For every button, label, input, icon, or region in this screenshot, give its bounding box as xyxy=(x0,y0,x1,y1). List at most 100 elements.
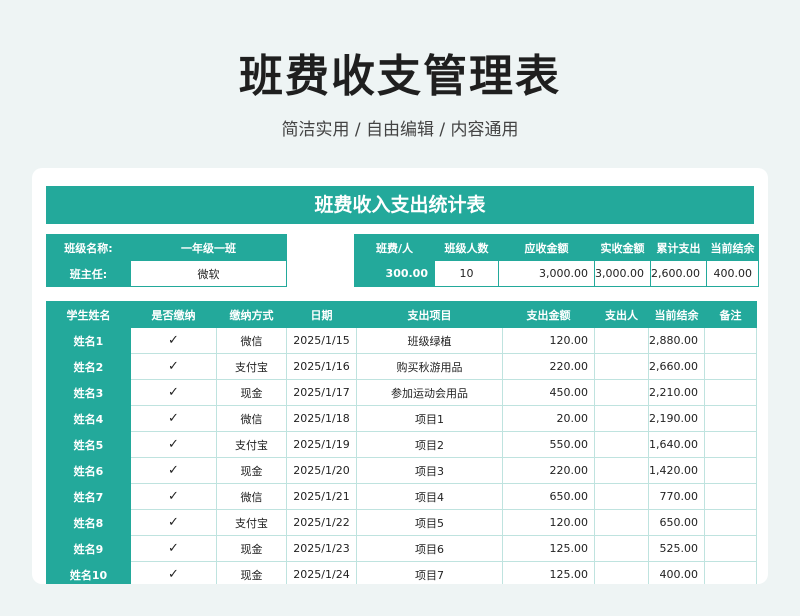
student-name-cell[interactable]: 姓名3 xyxy=(46,379,131,406)
payment-method-cell[interactable]: 微信 xyxy=(216,483,287,510)
expense-amount-cell[interactable]: 20.00 xyxy=(502,405,595,432)
student-name-cell[interactable]: 姓名10 xyxy=(46,561,131,584)
summary-value-cell[interactable]: 10 xyxy=(434,260,499,287)
expense-item-cell[interactable]: 项目1 xyxy=(356,405,503,432)
expense-amount-cell[interactable]: 125.00 xyxy=(502,561,595,584)
payer-cell[interactable] xyxy=(594,535,649,562)
expense-item-cell[interactable]: 班级绿植 xyxy=(356,327,503,354)
balance-cell[interactable]: 650.00 xyxy=(648,509,705,536)
student-name-cell[interactable]: 姓名2 xyxy=(46,353,131,380)
summary-value-cell[interactable]: 300.00 xyxy=(354,260,435,287)
date-cell[interactable]: 2025/1/17 xyxy=(286,379,357,406)
summary-value-cell[interactable]: 400.00 xyxy=(705,260,759,287)
student-name-cell[interactable]: 姓名5 xyxy=(46,431,131,458)
balance-cell[interactable]: 525.00 xyxy=(648,535,705,562)
date-cell[interactable]: 2025/1/16 xyxy=(286,353,357,380)
date-cell[interactable]: 2025/1/22 xyxy=(286,509,357,536)
summary-value-cell[interactable]: 2,600.00 xyxy=(649,260,707,287)
payer-cell[interactable] xyxy=(594,561,649,584)
expense-amount-cell[interactable]: 120.00 xyxy=(502,509,595,536)
note-cell[interactable] xyxy=(703,535,757,562)
summary-value-cell[interactable]: 3,000.00 xyxy=(594,260,651,287)
expense-item-cell[interactable]: 项目3 xyxy=(356,457,503,484)
expense-item-cell[interactable]: 项目6 xyxy=(356,535,503,562)
paid-check-cell[interactable]: ✓ xyxy=(130,353,217,380)
expense-amount-cell[interactable]: 450.00 xyxy=(502,379,595,406)
note-cell[interactable] xyxy=(703,405,757,432)
balance-cell[interactable]: 1,420.00 xyxy=(648,457,705,484)
paid-check-cell[interactable]: ✓ xyxy=(130,327,217,354)
balance-cell[interactable]: 2,190.00 xyxy=(648,405,705,432)
payment-method-cell[interactable]: 现金 xyxy=(216,457,287,484)
expense-item-cell[interactable]: 项目2 xyxy=(356,431,503,458)
balance-cell[interactable]: 770.00 xyxy=(648,483,705,510)
payer-cell[interactable] xyxy=(594,483,649,510)
payment-method-cell[interactable]: 现金 xyxy=(216,379,287,406)
student-name-cell[interactable]: 姓名6 xyxy=(46,457,131,484)
balance-cell[interactable]: 1,640.00 xyxy=(648,431,705,458)
date-cell[interactable]: 2025/1/19 xyxy=(286,431,357,458)
payment-method-cell[interactable]: 现金 xyxy=(216,535,287,562)
paid-check-cell[interactable]: ✓ xyxy=(130,509,217,536)
payment-method-cell[interactable]: 支付宝 xyxy=(216,353,287,380)
column-header: 支出项目 xyxy=(356,301,503,328)
balance-cell[interactable]: 2,880.00 xyxy=(648,327,705,354)
payment-method-cell[interactable]: 支付宝 xyxy=(216,509,287,536)
student-name-cell[interactable]: 姓名7 xyxy=(46,483,131,510)
paid-check-cell[interactable]: ✓ xyxy=(130,405,217,432)
payer-cell[interactable] xyxy=(594,431,649,458)
student-name-cell[interactable]: 姓名4 xyxy=(46,405,131,432)
date-cell[interactable]: 2025/1/24 xyxy=(286,561,357,584)
payer-cell[interactable] xyxy=(594,353,649,380)
paid-check-cell[interactable]: ✓ xyxy=(130,483,217,510)
expense-amount-cell[interactable]: 220.00 xyxy=(502,353,595,380)
paid-check-cell[interactable]: ✓ xyxy=(130,379,217,406)
note-cell[interactable] xyxy=(703,379,757,406)
date-cell[interactable]: 2025/1/20 xyxy=(286,457,357,484)
expense-amount-cell[interactable]: 650.00 xyxy=(502,483,595,510)
paid-check-cell[interactable]: ✓ xyxy=(130,561,217,584)
expense-amount-cell[interactable]: 550.00 xyxy=(502,431,595,458)
expense-item-cell[interactable]: 项目5 xyxy=(356,509,503,536)
paid-check-cell[interactable]: ✓ xyxy=(130,535,217,562)
date-cell[interactable]: 2025/1/18 xyxy=(286,405,357,432)
student-name-cell[interactable]: 姓名8 xyxy=(46,509,131,536)
note-cell[interactable] xyxy=(703,431,757,458)
payer-cell[interactable] xyxy=(594,509,649,536)
date-cell[interactable]: 2025/1/15 xyxy=(286,327,357,354)
note-cell[interactable] xyxy=(703,327,757,354)
student-name-cell[interactable]: 姓名1 xyxy=(46,327,131,354)
payment-method-cell[interactable]: 微信 xyxy=(216,327,287,354)
note-cell[interactable] xyxy=(703,509,757,536)
expense-amount-cell[interactable]: 125.00 xyxy=(502,535,595,562)
note-cell[interactable] xyxy=(703,457,757,484)
expense-amount-cell[interactable]: 220.00 xyxy=(502,457,595,484)
balance-cell[interactable]: 400.00 xyxy=(648,561,705,584)
page-title: 班费收支管理表 xyxy=(239,51,561,102)
expense-amount-cell[interactable]: 120.00 xyxy=(502,327,595,354)
summary-value-cell[interactable]: 3,000.00 xyxy=(498,260,595,287)
paid-check-cell[interactable]: ✓ xyxy=(130,431,217,458)
teacher-value[interactable]: 微软 xyxy=(130,260,287,287)
date-cell[interactable]: 2025/1/23 xyxy=(286,535,357,562)
payer-cell[interactable] xyxy=(594,457,649,484)
note-cell[interactable] xyxy=(703,483,757,510)
payer-cell[interactable] xyxy=(594,379,649,406)
balance-cell[interactable]: 2,210.00 xyxy=(648,379,705,406)
expense-item-cell[interactable]: 项目4 xyxy=(356,483,503,510)
expense-item-cell[interactable]: 购买秋游用品 xyxy=(356,353,503,380)
payment-method-cell[interactable]: 现金 xyxy=(216,561,287,584)
note-cell[interactable] xyxy=(703,561,757,584)
expense-item-cell[interactable]: 项目7 xyxy=(356,561,503,584)
date-cell[interactable]: 2025/1/21 xyxy=(286,483,357,510)
payer-cell[interactable] xyxy=(594,405,649,432)
note-cell[interactable] xyxy=(703,353,757,380)
balance-cell[interactable]: 2,660.00 xyxy=(648,353,705,380)
payer-cell[interactable] xyxy=(594,327,649,354)
payment-method-cell[interactable]: 支付宝 xyxy=(216,431,287,458)
paid-check-cell[interactable]: ✓ xyxy=(130,457,217,484)
student-name-cell[interactable]: 姓名9 xyxy=(46,535,131,562)
expense-item-cell[interactable]: 参加运动会用品 xyxy=(356,379,503,406)
class-name-value[interactable]: 一年级一班 xyxy=(130,234,287,261)
payment-method-cell[interactable]: 微信 xyxy=(216,405,287,432)
